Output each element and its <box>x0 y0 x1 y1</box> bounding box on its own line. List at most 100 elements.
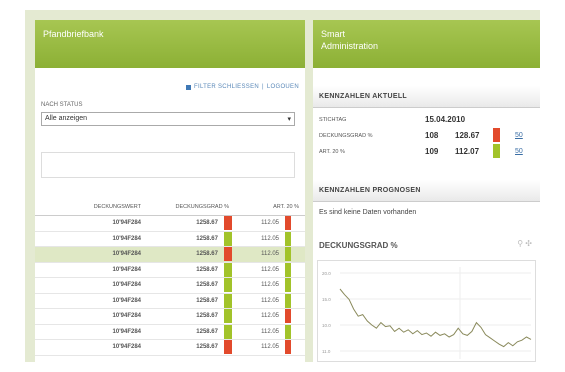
table-row[interactable]: 10'94F284 1258.67 112.05 <box>35 293 305 309</box>
deckungsgrad-status-bar <box>224 278 232 293</box>
chart-ytick-label: 11.0 <box>322 349 331 354</box>
art20-status-bar <box>285 247 291 262</box>
art20-status-bar <box>285 324 291 339</box>
logout-link[interactable]: LOGOUEN <box>267 84 299 90</box>
left-panel: Pfandbriefbank FILTER SCHLIESSEN | LOGOU… <box>35 20 305 362</box>
cell-deckungsgrad: 1258.67 <box>196 344 218 351</box>
deckungsgrad-status-bar <box>224 324 232 339</box>
chevron-down-icon: ▾ <box>287 116 291 123</box>
cell-art20: 112.05 <box>261 235 279 242</box>
filter-close-link[interactable]: FILTER SCHLIESSEN <box>194 84 259 90</box>
table-row[interactable]: 10'94F284 1258.67 112.05 <box>35 278 305 294</box>
cell-deckungswert: 10'94F284 <box>112 313 141 320</box>
art20-status-bar <box>493 144 500 158</box>
filter-square-icon <box>186 84 192 90</box>
deckungsgrad-status-bar <box>224 309 232 324</box>
table-row[interactable]: 10'94F284 1258.67 112.05 <box>35 309 305 325</box>
kennzahlen-aktuell-title: KENNZAHLEN AKTUELL <box>313 86 540 108</box>
chart-svg: 20.0 15.0 10.0 11.0 <box>322 267 532 359</box>
filter-text-area[interactable] <box>41 152 295 178</box>
cell-art20: 112.05 <box>261 282 279 289</box>
chart-ytick-label: 15.0 <box>322 297 331 302</box>
art20-link[interactable]: 50 <box>515 148 523 155</box>
cell-deckungswert: 10'94F284 <box>112 328 141 335</box>
right-panel: Smart Administration KENNZAHLEN AKTUELL … <box>313 20 540 362</box>
deckungsgrad-status-bar <box>493 128 500 142</box>
right-header: Smart Administration <box>313 20 540 68</box>
stichtag-value: 15.04.2010 <box>425 115 466 124</box>
status-label: NACH STATUS <box>41 102 83 108</box>
deckungsgrad-status-bar <box>224 293 232 308</box>
art20-status-bar <box>285 309 291 324</box>
deckungsgrad-link[interactable]: 50 <box>515 132 523 139</box>
cell-deckungswert: 10'94F284 <box>112 282 141 289</box>
art20-status-bar <box>285 216 291 231</box>
cell-deckungsgrad: 1258.67 <box>196 328 218 335</box>
left-header-title: Pfandbriefbank <box>43 29 104 39</box>
cell-art20: 112.05 <box>261 297 279 304</box>
deckungsgrad-chart: 20.0 15.0 10.0 11.0 <box>317 260 536 362</box>
art20-row: ART. 20 % 109 112.07 50 <box>319 144 534 158</box>
cell-art20: 112.05 <box>261 313 279 320</box>
filter-links: FILTER SCHLIESSEN | LOGOUEN <box>186 84 299 90</box>
art20-status-bar <box>285 293 291 308</box>
kennzahlen-prognosen-title: KENNZAHLEN PROGNOSEN <box>313 180 540 202</box>
deckungsgrad-status-bar <box>224 340 232 355</box>
deckungsgrad-status-bar <box>224 231 232 246</box>
deckungsgrad-status-bar <box>224 247 232 262</box>
cell-deckungswert: 10'94F284 <box>112 344 141 351</box>
table-row[interactable]: 10'94F284 1258.67 112.05 <box>35 247 305 263</box>
table-row[interactable]: 10'94F284 1258.67 112.05 <box>35 340 305 356</box>
chart-ytick-label: 20.0 <box>322 271 331 276</box>
art20-value-2: 112.07 <box>455 147 480 156</box>
stichtag-row: STICHTAG 15.04.2010 <box>319 114 534 126</box>
header-deckungsgrad[interactable]: DECKUNGSGRAD % <box>147 204 235 210</box>
cell-deckungsgrad: 1258.67 <box>196 251 218 258</box>
table-header: DECKUNGSWERT DECKUNGSGRAD % ART. 20 % <box>35 198 305 216</box>
chart-toolbar: ⚲ ✣ <box>517 239 532 248</box>
art20-status-bar <box>285 340 291 355</box>
deckungsgrad-label: DECKUNGSGRAD % <box>319 133 373 139</box>
deckungsgrad-row: DECKUNGSGRAD % 108 128.67 50 <box>319 128 534 142</box>
header-art20[interactable]: ART. 20 % <box>235 204 305 210</box>
cell-deckungsgrad: 1258.67 <box>196 266 218 273</box>
art20-label: ART. 20 % <box>319 149 345 155</box>
cell-deckungsgrad: 1258.67 <box>196 313 218 320</box>
left-header: Pfandbriefbank <box>35 20 305 68</box>
status-select-value: Alle anzeigen <box>45 115 88 122</box>
right-header-title-line2: Administration <box>321 41 379 51</box>
right-header-title: Smart Administration <box>321 28 378 52</box>
chart-ytick-label: 10.0 <box>322 323 331 328</box>
status-select[interactable]: Alle anzeigen ▾ <box>41 112 295 126</box>
table-body: 10'94F284 1258.67 112.05 10'94F284 1258.67 11… <box>35 216 305 356</box>
wrench-icon[interactable]: ⚲ <box>517 239 523 248</box>
cell-deckungsgrad: 1258.67 <box>196 297 218 304</box>
art20-status-bar <box>285 278 291 293</box>
right-header-title-line1: Smart <box>321 29 346 39</box>
cell-art20: 112.05 <box>261 220 279 227</box>
pin-icon[interactable]: ✣ <box>525 239 532 248</box>
cell-deckungsgrad: 1258.67 <box>196 235 218 242</box>
deckungsgrad-status-bar <box>224 262 232 277</box>
app-frame: Pfandbriefbank FILTER SCHLIESSEN | LOGOU… <box>25 10 540 362</box>
results-table: DECKUNGSWERT DECKUNGSGRAD % ART. 20 % 10… <box>35 198 305 356</box>
cell-deckungswert: 10'94F284 <box>112 297 141 304</box>
prognosen-empty-text: Es sind keine Daten vorhanden <box>319 209 417 216</box>
deckungsgrad-value-2: 128.67 <box>455 131 480 140</box>
cell-deckungsgrad: 1258.67 <box>196 282 218 289</box>
chart-series-line <box>339 288 532 348</box>
chart-title: DECKUNGSGRAD % <box>319 241 398 250</box>
stichtag-label: STICHTAG <box>319 117 347 123</box>
cell-deckungswert: 10'94F284 <box>112 220 141 227</box>
table-row[interactable]: 10'94F284 1258.67 112.05 <box>35 324 305 340</box>
cell-deckungswert: 10'94F284 <box>112 266 141 273</box>
header-deckungswert[interactable]: DECKUNGSWERT <box>35 204 147 210</box>
table-row[interactable]: 10'94F284 1258.67 112.05 <box>35 262 305 278</box>
table-row[interactable]: 10'94F284 1258.67 112.05 <box>35 216 305 232</box>
art20-status-bar <box>285 262 291 277</box>
table-row[interactable]: 10'94F284 1258.67 112.05 <box>35 231 305 247</box>
art20-status-bar <box>285 231 291 246</box>
cell-art20: 112.05 <box>261 344 279 351</box>
cell-art20: 112.05 <box>261 266 279 273</box>
cell-deckungswert: 10'94F284 <box>112 251 141 258</box>
